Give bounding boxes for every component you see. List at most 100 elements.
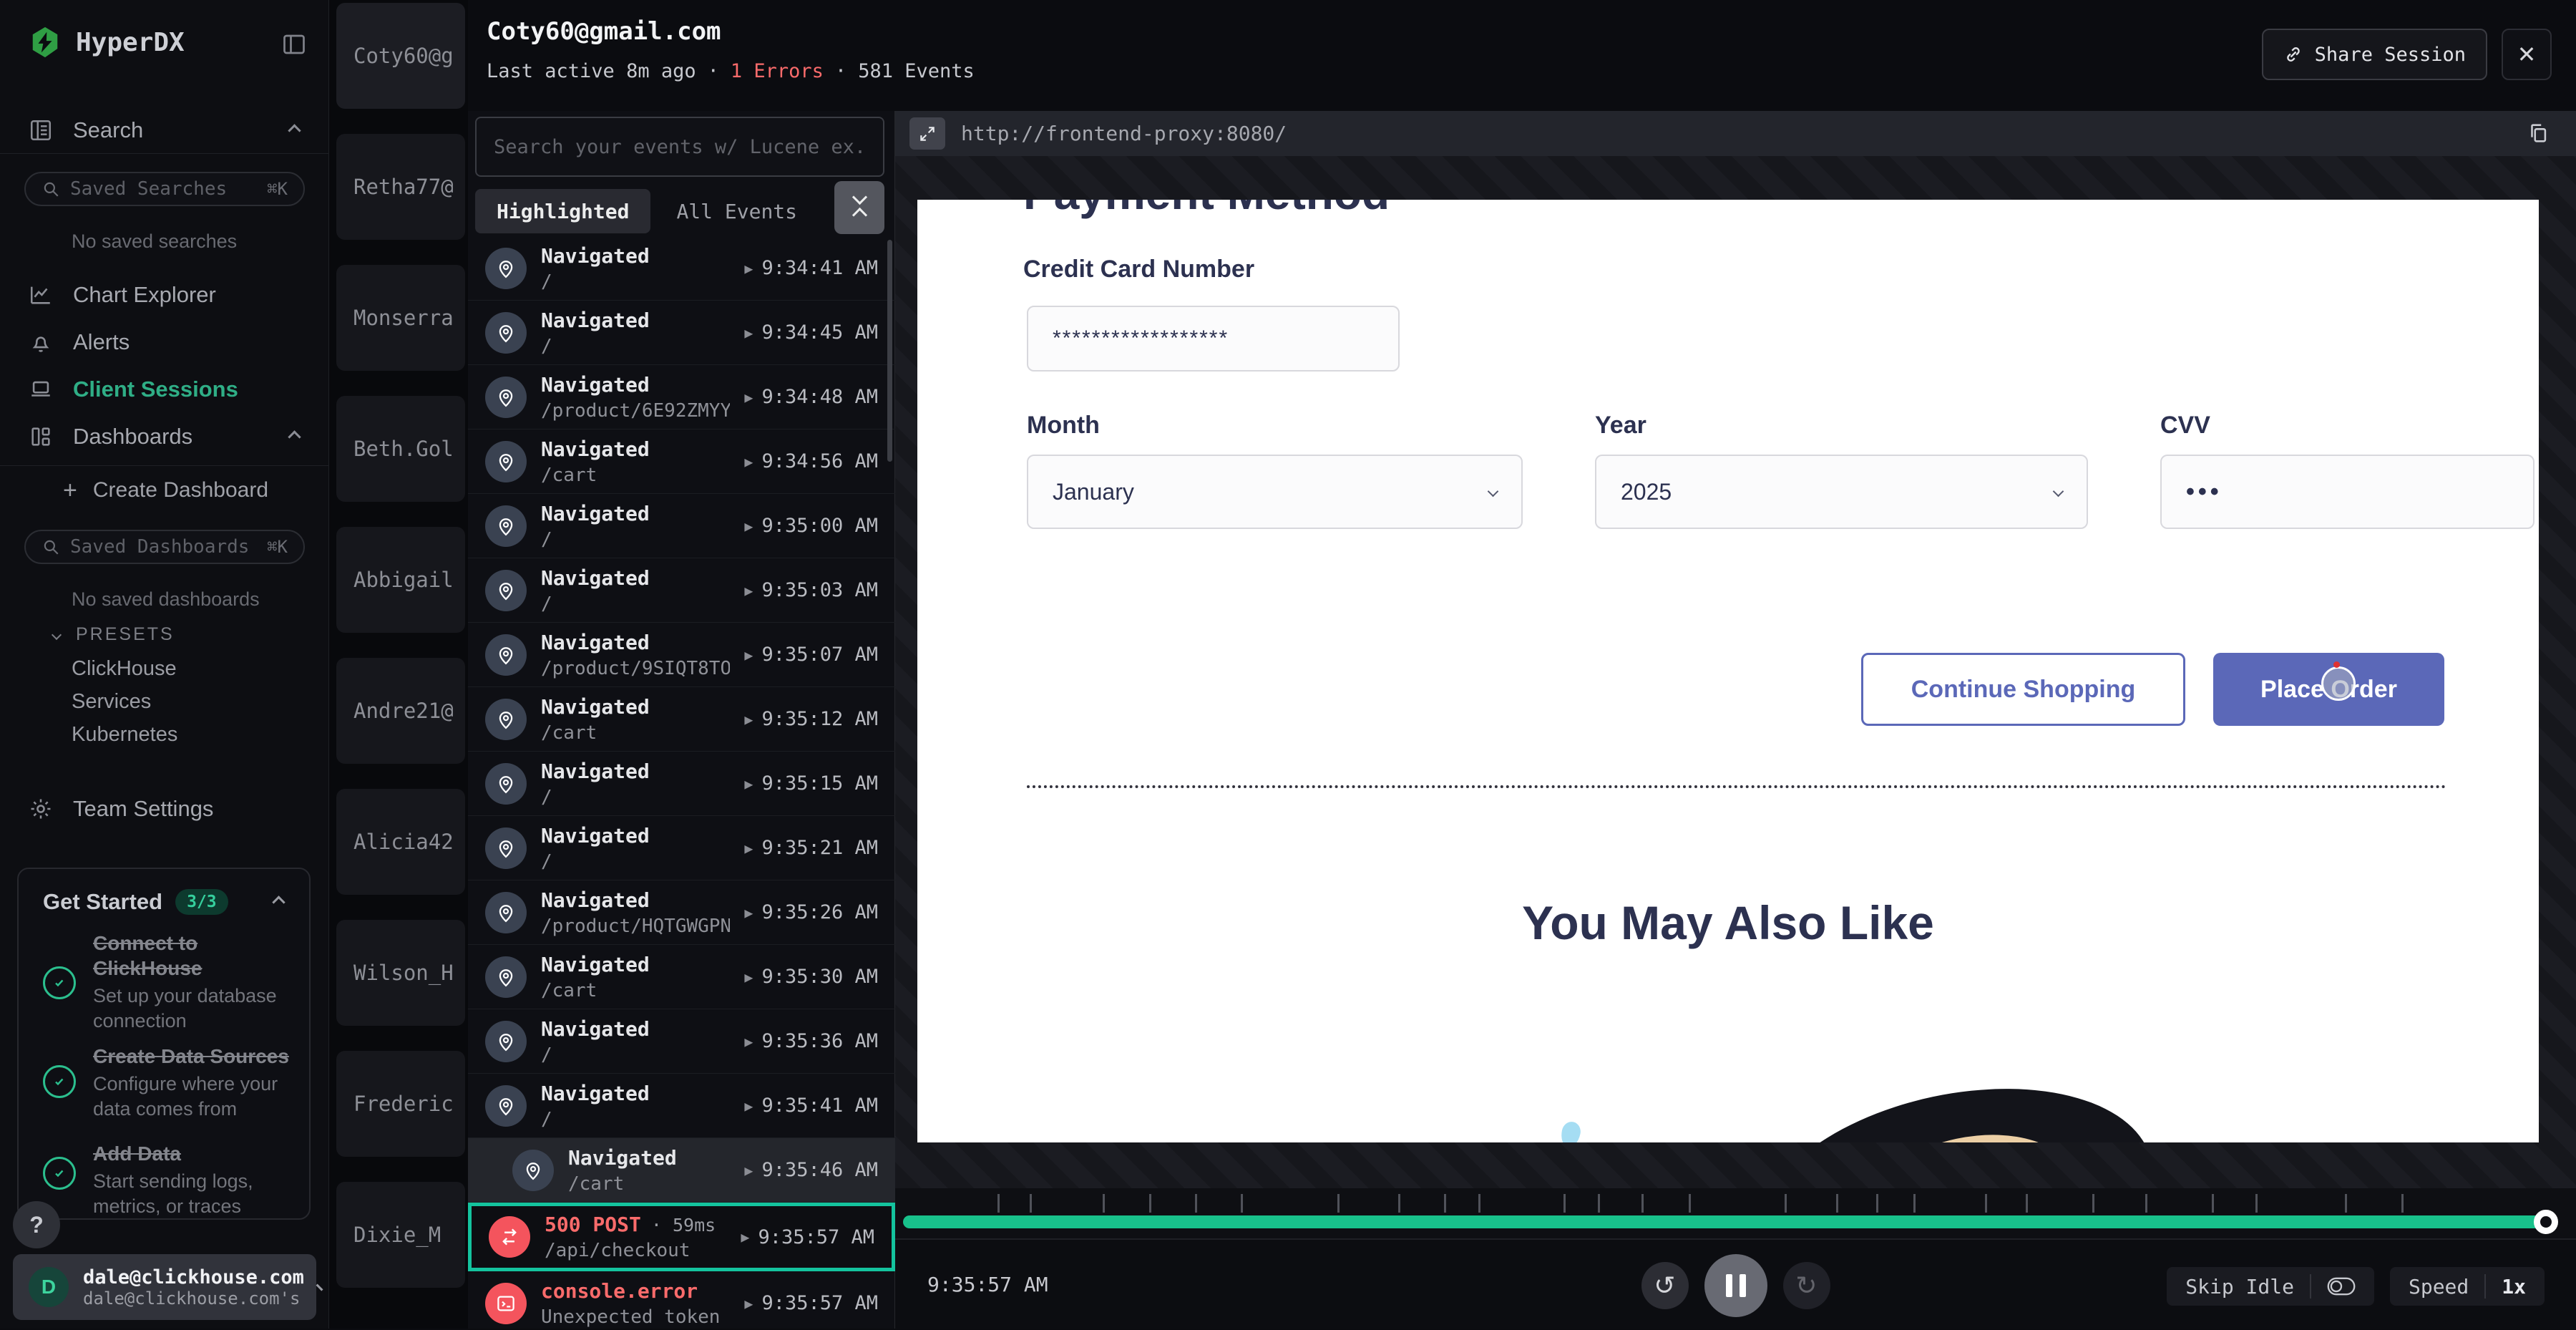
continue-shopping-button[interactable]: Continue Shopping	[1861, 653, 2185, 726]
replay-timeline[interactable]	[895, 1188, 2576, 1238]
event-search-input[interactable]: Search your events w/ Lucene ex. colum	[475, 117, 884, 177]
session-list-item[interactable]: Abbigail	[336, 527, 465, 633]
play-icon[interactable]: ▶	[744, 1097, 753, 1115]
event-time: 9:35:03 AM	[761, 579, 878, 601]
session-list-item[interactable]: Frederic	[336, 1051, 465, 1157]
play-icon[interactable]: ▶	[744, 969, 753, 986]
timeline-track[interactable]	[903, 1215, 2569, 1228]
replay-cursor	[2321, 666, 2356, 701]
session-list-item[interactable]: Andre21@	[336, 658, 465, 764]
event-row[interactable]: Navigated /product/6E92ZMYYFZ ▶ 9:34:48 …	[468, 365, 895, 429]
event-detail: /	[541, 1109, 660, 1130]
event-row[interactable]: Navigated / ▶ 9:35:21 AM	[468, 816, 895, 880]
expand-icon[interactable]	[909, 117, 945, 150]
event-row[interactable]: Navigated / ▶ 9:35:41 AM	[468, 1074, 895, 1138]
sidebar-item-alerts[interactable]: Alerts	[0, 321, 329, 364]
event-time: 9:34:41 AM	[761, 257, 878, 279]
cc-number-value: ******************	[1053, 326, 1229, 351]
event-row[interactable]: Navigated / ▶ 9:35:03 AM	[468, 558, 895, 623]
event-row[interactable]: Navigated / ▶ 9:34:45 AM	[468, 301, 895, 365]
event-row[interactable]: 500 POST· 59ms /api/checkout ▶ 9:35:57 A…	[468, 1203, 895, 1271]
copy-icon[interactable]	[2526, 121, 2550, 145]
sidebar-item-dashboards[interactable]: Dashboards	[0, 415, 329, 458]
close-button[interactable]: ✕	[2502, 29, 2552, 80]
session-list-item[interactable]: Monserra	[336, 265, 465, 371]
forward-button[interactable]: ↻	[1783, 1262, 1830, 1309]
play-icon[interactable]: ▶	[744, 582, 753, 599]
event-row[interactable]: Navigated /product/HQTGWGPNH4 ▶ 9:35:26 …	[468, 880, 895, 945]
event-row[interactable]: Navigated / ▶ 9:35:00 AM	[468, 494, 895, 558]
event-row[interactable]: Navigated /cart ▶ 9:35:30 AM	[468, 945, 895, 1009]
cvv-input[interactable]: •••	[2160, 455, 2534, 529]
app-logo[interactable]: HyperDX	[29, 26, 185, 59]
event-row[interactable]: Navigated /product/9SIQT8TOJO ▶ 9:35:07 …	[468, 623, 895, 687]
play-icon[interactable]: ▶	[744, 904, 753, 921]
preset-clickhouse[interactable]: ClickHouse	[72, 657, 177, 681]
event-detail: /product/6E92ZMYYFZ	[541, 400, 730, 422]
event-title: Navigated	[568, 1146, 677, 1170]
play-icon[interactable]: ▶	[744, 260, 753, 277]
tab-highlighted[interactable]: Highlighted	[475, 189, 650, 233]
rewind-button[interactable]: ↺	[1641, 1262, 1689, 1309]
sidebar-item-search[interactable]: Search	[0, 109, 329, 152]
share-session-button[interactable]: Share Session	[2262, 29, 2487, 80]
session-list-item[interactable]: Retha77@	[336, 134, 465, 240]
timeline-handle[interactable]	[2534, 1210, 2558, 1234]
session-list-item[interactable]: Wilson_H	[336, 920, 465, 1026]
play-icon[interactable]: ▶	[744, 840, 753, 857]
cvv-label: CVV	[2160, 412, 2210, 440]
preset-services[interactable]: Services	[72, 690, 151, 714]
event-row[interactable]: Navigated / ▶ 9:34:41 AM	[468, 236, 895, 301]
collapse-events-button[interactable]	[834, 181, 884, 234]
play-icon[interactable]: ▶	[744, 646, 753, 664]
preset-kubernetes[interactable]: Kubernetes	[72, 723, 177, 747]
presets-toggle[interactable]: PRESETS	[53, 624, 175, 645]
session-list-item[interactable]: Coty60@g	[336, 3, 465, 109]
help-button[interactable]: ?	[13, 1201, 60, 1248]
event-row[interactable]: Navigated / ▶ 9:35:36 AM	[468, 1009, 895, 1074]
play-icon[interactable]: ▶	[741, 1228, 749, 1246]
event-row[interactable]: console.error Unexpected token 'I'… ▶ 9:…	[468, 1271, 895, 1329]
play-icon[interactable]: ▶	[744, 1295, 753, 1312]
speed-control[interactable]: Speed 1x	[2390, 1267, 2545, 1306]
chevron-up-icon[interactable]	[272, 895, 285, 908]
scrollbar[interactable]	[887, 240, 892, 462]
replay-viewport[interactable]: Payment Method Credit Card Number ******…	[917, 200, 2539, 1142]
skip-idle-toggle[interactable]: Skip Idle	[2167, 1267, 2374, 1306]
skip-idle-label: Skip Idle	[2185, 1275, 2294, 1299]
event-row[interactable]: Navigated / ▶ 9:35:15 AM	[468, 752, 895, 816]
month-select[interactable]: January	[1027, 455, 1523, 529]
cc-number-input[interactable]: ******************	[1027, 306, 1400, 372]
play-icon[interactable]: ▶	[744, 453, 753, 470]
play-icon[interactable]: ▶	[744, 711, 753, 728]
event-row[interactable]: Navigated /cart ▶ 9:34:56 AM	[468, 429, 895, 494]
session-list-item[interactable]: Beth.Gol	[336, 396, 465, 502]
event-row[interactable]: Navigated /cart ▶ 9:35:46 AM	[468, 1138, 895, 1203]
check-circle-icon	[43, 966, 76, 999]
play-icon[interactable]: ▶	[744, 1033, 753, 1050]
timeline-tick	[2401, 1194, 2404, 1213]
play-icon[interactable]: ▶	[744, 1162, 753, 1179]
play-icon[interactable]: ▶	[744, 324, 753, 341]
play-icon[interactable]: ▶	[744, 518, 753, 535]
user-menu[interactable]: D dale@clickhouse.com dale@clickhouse.co…	[13, 1254, 316, 1320]
year-select[interactable]: 2025	[1595, 455, 2088, 529]
pause-button[interactable]	[1704, 1254, 1767, 1317]
saved-dashboards-input[interactable]: Saved Dashboards ⌘K	[24, 530, 305, 564]
sidebar-item-client-sessions[interactable]: Client Sessions	[0, 368, 329, 411]
sidebar-item-team-settings[interactable]: Team Settings	[0, 787, 329, 830]
session-list-item[interactable]: Dixie_M	[336, 1182, 465, 1288]
location-pin-icon	[485, 956, 527, 998]
timeline-tick	[1876, 1194, 1878, 1213]
play-icon[interactable]: ▶	[744, 775, 753, 792]
check-circle-icon	[43, 1157, 76, 1190]
user-team: dale@clickhouse.com's	[83, 1288, 304, 1309]
event-row[interactable]: Navigated /cart ▶ 9:35:12 AM	[468, 687, 895, 752]
sidebar-item-chart-explorer[interactable]: Chart Explorer	[0, 273, 329, 316]
saved-searches-input[interactable]: Saved Searches ⌘K	[24, 172, 305, 206]
create-dashboard-button[interactable]: + Create Dashboard	[63, 478, 268, 503]
sidebar-collapse-icon[interactable]	[281, 31, 307, 57]
session-list-item[interactable]: Alicia42	[336, 789, 465, 895]
tab-all-events[interactable]: All Events	[676, 200, 797, 223]
play-icon[interactable]: ▶	[744, 389, 753, 406]
